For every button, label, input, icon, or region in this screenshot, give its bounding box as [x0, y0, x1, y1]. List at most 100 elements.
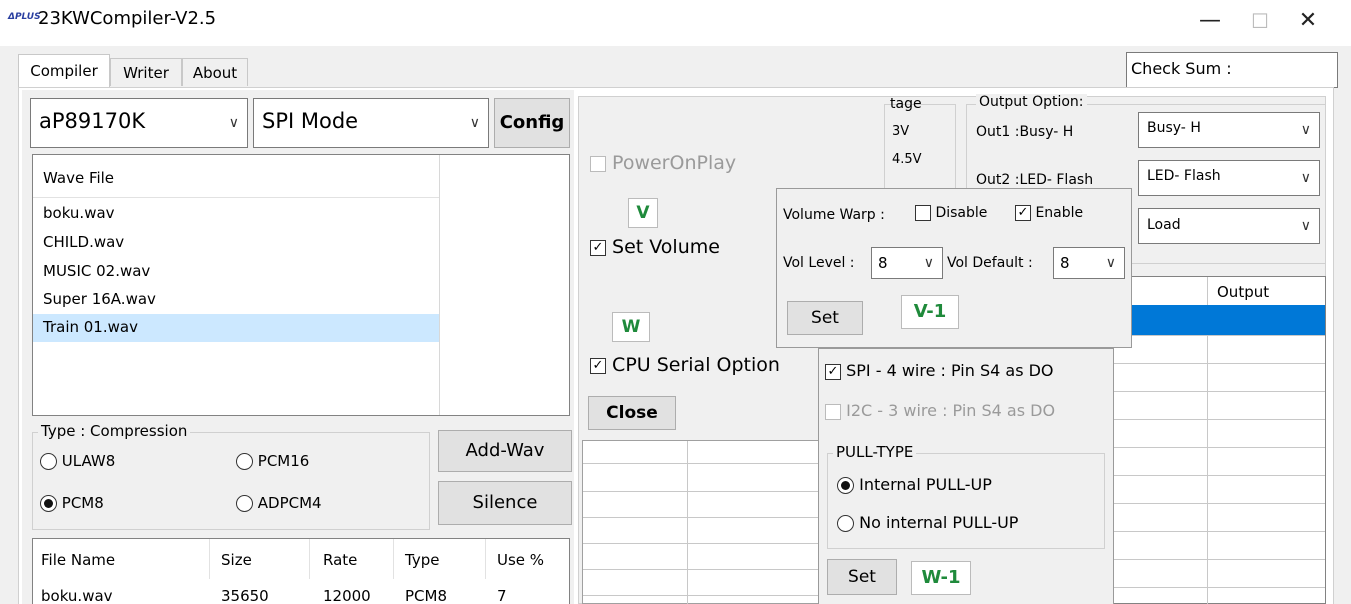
set-volume-checkbox[interactable]: ✓ Set Volume	[590, 236, 720, 258]
radio-label: ULAW8	[61, 452, 116, 470]
checksum-box: Check Sum :	[1126, 52, 1338, 88]
tab-compiler[interactable]: Compiler	[18, 54, 110, 88]
enable-label: Enable	[1035, 205, 1084, 221]
radio-selected-icon	[837, 477, 854, 494]
chevron-down-icon: ∨	[1300, 170, 1311, 186]
output-table: Output	[1104, 276, 1326, 604]
table-cell: 35650	[221, 587, 269, 604]
out2-value: LED- Flash	[1147, 168, 1221, 184]
radio-no-internal-pull-up[interactable]: No internal PULL-UP	[837, 513, 1018, 532]
config-button[interactable]: Config	[494, 98, 570, 148]
close-options-button[interactable]: Close	[588, 396, 676, 430]
out1-label: Out1 :Busy- H	[976, 124, 1074, 140]
checkbox-icon	[590, 155, 606, 172]
out1-value: Busy- H	[1147, 120, 1201, 136]
vol-level-label: Vol Level :	[783, 255, 855, 271]
chevron-down-icon: ∨	[923, 255, 934, 271]
wave-list-header: Wave File	[43, 169, 115, 187]
volume-popup: Volume Warp : Disable ✓ Enable Vol Level…	[776, 188, 1132, 348]
out1-select[interactable]: Busy- H ∨	[1138, 112, 1320, 148]
i2c-3-wire-checkbox[interactable]: I2C - 3 wire : Pin S4 as DO	[825, 401, 1055, 420]
list-item[interactable]: CHILD.wav	[43, 233, 124, 251]
checkmark-icon: ✓	[590, 239, 606, 256]
col-divider	[485, 539, 486, 579]
list-item[interactable]: MUSIC 02.wav	[43, 262, 150, 280]
power-on-play-checkbox[interactable]: PowerOnPlay	[590, 152, 736, 174]
wave-file-list[interactable]: Wave File boku.wav CHILD.wav MUSIC 02.wa…	[32, 154, 570, 416]
power-on-play-label: PowerOnPlay	[612, 152, 737, 174]
app-window: ΔPLUS 23KWCompiler-V2.5 — ☐ ✕ Compiler W…	[0, 0, 1351, 604]
output-col-header: Output	[1217, 283, 1270, 301]
voltage-3v[interactable]: 3V	[892, 124, 909, 139]
list-item-selected[interactable]: Train 01.wav	[33, 314, 439, 342]
tab-about[interactable]: About	[182, 58, 248, 86]
chip-select[interactable]: aP89170K ∨	[30, 98, 248, 148]
vol-level-select[interactable]: 8 ∨	[871, 247, 943, 279]
checkbox-icon	[915, 205, 931, 221]
enable-checkbox[interactable]: ✓ Enable	[1015, 205, 1083, 221]
radio-pcm16[interactable]: PCM16	[236, 452, 309, 470]
chip-select-value: aP89170K	[39, 109, 146, 133]
chevron-down-icon: ∨	[228, 115, 239, 131]
mode-select[interactable]: SPI Mode ∨	[253, 98, 489, 148]
pull-type-group	[827, 453, 1105, 549]
radio-selected-icon	[40, 495, 57, 512]
radio-internal-pull-up[interactable]: Internal PULL-UP	[837, 475, 992, 494]
out3-select[interactable]: Load ∨	[1138, 208, 1320, 244]
add-wav-button[interactable]: Add-Wav	[438, 430, 572, 472]
col-file-name: File Name	[41, 551, 116, 569]
radio-label: PCM8	[61, 494, 104, 512]
app-logo-icon: ΔPLUS	[8, 12, 41, 22]
radio-icon	[837, 515, 854, 532]
voltage-4-5v[interactable]: 4.5V	[892, 152, 922, 167]
compression-title: Type : Compression	[38, 422, 191, 440]
output-table-selected-row[interactable]	[1105, 305, 1325, 335]
middle-grid	[582, 440, 823, 604]
list-item[interactable]: boku.wav	[43, 204, 115, 222]
radio-label: No internal PULL-UP	[859, 513, 1019, 532]
voltage-group	[884, 104, 956, 192]
out2-label: Out2 :LED- Flash	[976, 172, 1094, 188]
chevron-down-icon: ∨	[1300, 122, 1311, 138]
checkmark-icon: ✓	[1015, 205, 1031, 221]
vol-level-value: 8	[878, 254, 888, 272]
close-window-button[interactable]: ✕	[1278, 6, 1338, 36]
radio-icon	[40, 453, 57, 470]
spi-option-label: SPI - 4 wire : Pin S4 as DO	[846, 361, 1054, 380]
radio-pcm8[interactable]: PCM8	[40, 494, 104, 512]
tab-writer[interactable]: Writer	[110, 58, 182, 86]
set-volume-label: Set Volume	[612, 236, 720, 258]
list-item[interactable]: Super 16A.wav	[43, 290, 156, 308]
radio-label: ADPCM4	[257, 494, 322, 512]
spi-4-wire-checkbox[interactable]: ✓ SPI - 4 wire : Pin S4 as DO	[825, 361, 1054, 380]
table-cell: 7	[497, 587, 507, 604]
volume-set-button[interactable]: Set	[787, 301, 863, 335]
col-type: Type	[405, 551, 440, 569]
checkmark-icon: ✓	[825, 363, 841, 380]
cpu-serial-option-label: CPU Serial Option	[612, 354, 780, 376]
table-cell: boku.wav	[41, 587, 113, 604]
table-cell: PCM8	[405, 587, 448, 604]
serial-set-button[interactable]: Set	[827, 559, 897, 595]
title-bar: ΔPLUS 23KWCompiler-V2.5 — ☐ ✕	[0, 0, 1351, 46]
header-divider	[33, 197, 439, 198]
voltage-title: tage	[890, 96, 922, 112]
radio-ulaw8[interactable]: ULAW8	[40, 452, 115, 470]
out2-select[interactable]: LED- Flash ∨	[1138, 160, 1320, 196]
disable-label: Disable	[935, 205, 988, 221]
cpu-serial-option-checkbox[interactable]: ✓ CPU Serial Option	[590, 354, 780, 376]
i2c-option-label: I2C - 3 wire : Pin S4 as DO	[846, 401, 1056, 420]
annotation-w-1: W-1	[911, 561, 971, 595]
list-column-divider	[439, 155, 440, 415]
radio-icon	[236, 453, 253, 470]
radio-adpcm4[interactable]: ADPCM4	[236, 494, 322, 512]
silence-button[interactable]: Silence	[438, 481, 572, 525]
col-divider	[309, 539, 310, 579]
output-option-title: Output Option:	[976, 94, 1087, 110]
radio-icon	[236, 495, 253, 512]
vol-default-select[interactable]: 8 ∨	[1053, 247, 1125, 279]
disable-checkbox[interactable]: Disable	[915, 205, 987, 221]
checkmark-icon: ✓	[590, 357, 606, 374]
col-rate: Rate	[323, 551, 358, 569]
annotation-v: V	[628, 198, 658, 228]
